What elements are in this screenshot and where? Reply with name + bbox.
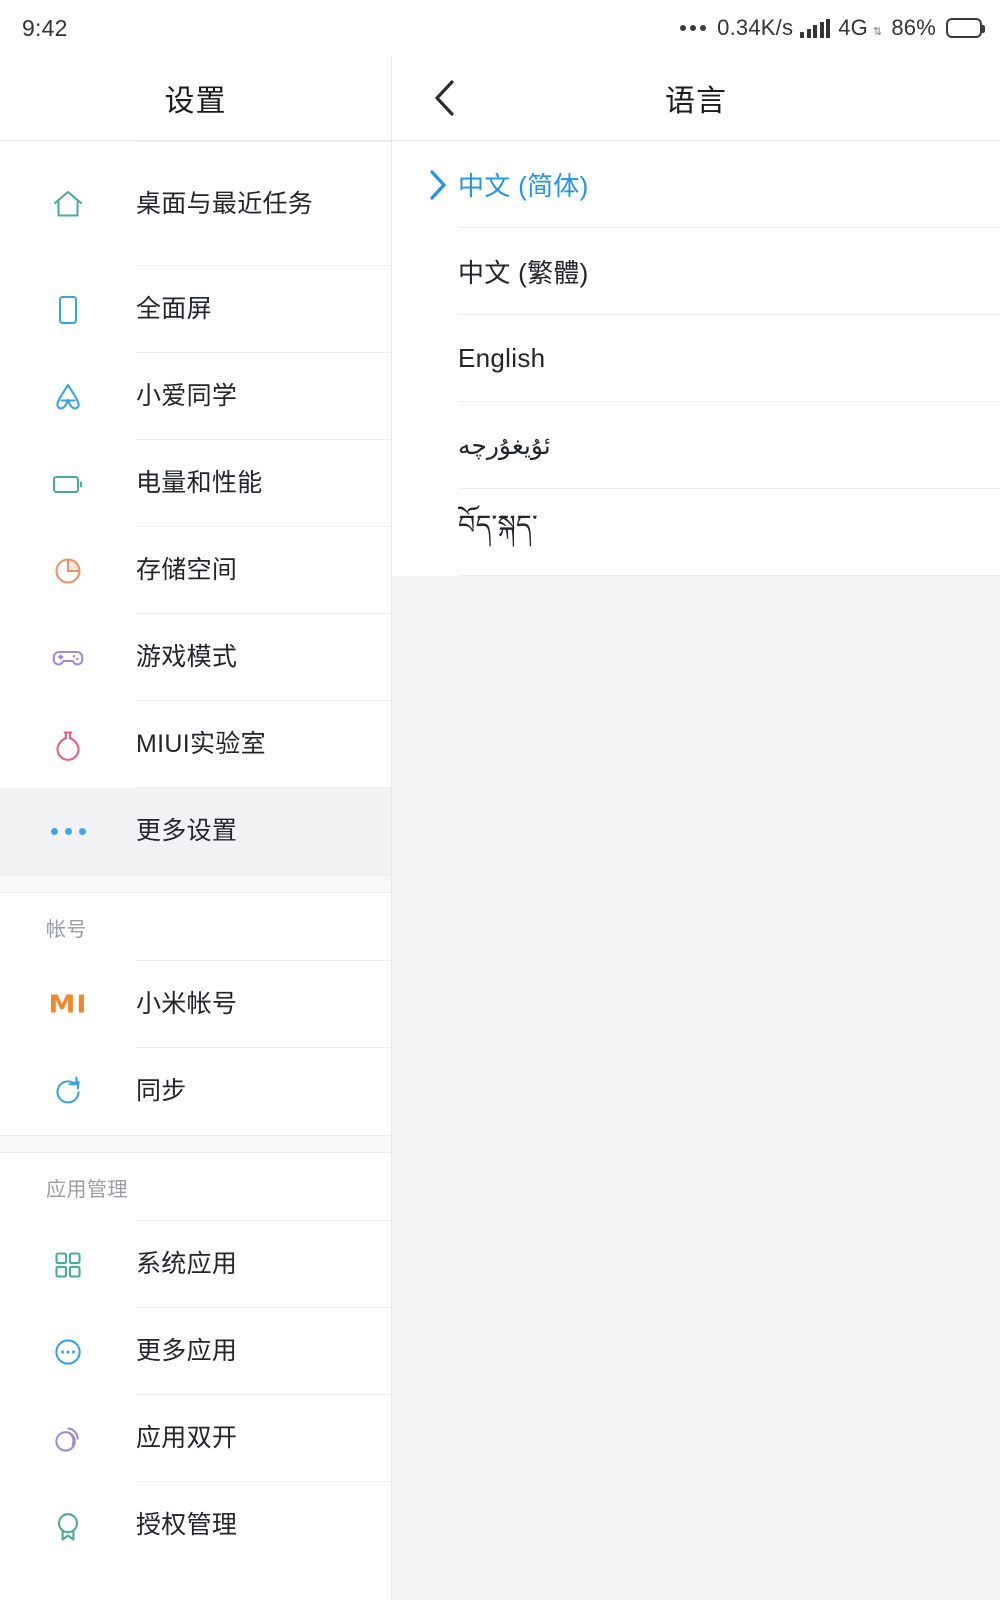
pie-icon <box>47 550 89 592</box>
sidebar-item-小米帐号[interactable]: MI 小米帐号 <box>0 961 391 1048</box>
settings-sidebar[interactable]: 桌面与最近任务 全面屏 小爱同学 <box>0 140 392 1600</box>
sidebar-item-icon: MI <box>0 961 136 1048</box>
language-label: English <box>458 343 545 374</box>
divider <box>458 575 1000 576</box>
status-bar: 9:42 0.34K/s 4G ⇅ 86% <box>0 0 1000 56</box>
sidebar-section-label: 帐号 <box>46 913 87 942</box>
battery-icon <box>946 18 982 38</box>
sidebar-item-电量和性能[interactable]: 电量和性能 <box>0 440 391 527</box>
sidebar-item-label: 全面屏 <box>136 293 391 326</box>
sidebar-item-应用双开[interactable]: 应用双开 <box>0 1395 391 1482</box>
sidebar-item-存储空间[interactable]: 存储空间 <box>0 527 391 614</box>
sidebar-item-icon <box>0 701 136 788</box>
sidebar-item-label: 电量和性能 <box>136 467 391 500</box>
sidebar-item-label: 同步 <box>136 1075 391 1108</box>
status-indicators: 0.34K/s 4G ⇅ 86% <box>680 15 982 41</box>
sidebar-item-游戏模式[interactable]: 游戏模式 <box>0 614 391 701</box>
sidebar-item-icon <box>0 614 136 701</box>
sidebar-item-icon <box>0 1221 136 1308</box>
title-bar-row: 设置 语言 <box>0 56 1000 140</box>
sidebar-item-icon <box>0 142 136 266</box>
language-list[interactable]: 中文 (简体) 中文 (繁體) English ئۇيغۇرچە <box>392 141 1000 576</box>
sidebar-item-label: 游戏模式 <box>136 641 391 674</box>
content-area: 桌面与最近任务 全面屏 小爱同学 <box>0 140 1000 1600</box>
sidebar-item-同步[interactable]: 同步 <box>0 1048 391 1135</box>
signal-bars-icon <box>800 19 830 38</box>
phone-icon <box>47 289 89 331</box>
data-arrows-icon: ⇅ <box>873 25 882 41</box>
chevron-left-icon <box>433 79 455 117</box>
sidebar-item-label: 更多应用 <box>136 1335 391 1368</box>
sidebar-item-授权管理[interactable]: 授权管理 <box>0 1482 391 1569</box>
status-clock: 9:42 <box>22 15 68 42</box>
phone-screen: 9:42 0.34K/s 4G ⇅ 86% 设置 语言 <box>0 0 1000 1600</box>
language-option-4[interactable]: བོད་སྐད་ <box>392 489 1000 576</box>
sidebar-item-桌面与最近任务[interactable]: 桌面与最近任务 <box>0 142 391 266</box>
dual-apps-icon <box>47 1418 89 1460</box>
battery-percent-label: 86% <box>891 15 936 41</box>
sidebar-item-系统应用[interactable]: 系统应用 <box>0 1221 391 1308</box>
language-label: 中文 (简体) <box>458 166 589 203</box>
badge-icon <box>47 1505 89 1547</box>
sidebar-item-更多应用[interactable]: 更多应用 <box>0 1308 391 1395</box>
sidebar-item-icon <box>0 440 136 527</box>
grid-icon <box>47 1244 89 1286</box>
more-apps-icon <box>47 1331 89 1373</box>
sidebar-item-icon <box>0 1308 136 1395</box>
language-option-2[interactable]: English <box>392 315 1000 402</box>
sidebar-item-label: 更多设置 <box>136 815 391 848</box>
sidebar-section-label: 应用管理 <box>46 1173 128 1202</box>
settings-title-bar: 设置 <box>0 56 392 140</box>
language-selected-indicator <box>428 169 458 201</box>
language-label: 中文 (繁體) <box>458 253 589 290</box>
sidebar-group-gap <box>0 1135 391 1153</box>
gamepad-icon <box>47 637 89 679</box>
sidebar-item-icon <box>0 353 136 440</box>
sidebar-section-header-2: 应用管理 <box>0 1153 391 1221</box>
sidebar-item-label: 桌面与最近任务 <box>136 188 391 221</box>
sidebar-item-icon <box>0 266 136 353</box>
chevron-right-icon <box>428 169 448 201</box>
sidebar-item-miui实验室[interactable]: MIUI实验室 <box>0 701 391 788</box>
sidebar-item-全面屏[interactable]: 全面屏 <box>0 266 391 353</box>
sidebar-item-icon <box>0 527 136 614</box>
sidebar-item-icon <box>0 1482 136 1569</box>
home-icon <box>47 183 89 225</box>
sidebar-item-label: 小爱同学 <box>136 380 391 413</box>
mi-logo-icon: MI <box>49 992 88 1017</box>
ellipsis-icon <box>51 828 86 835</box>
language-label: བོད་སྐད་ <box>458 495 538 571</box>
sidebar-section-header-1: 帐号 <box>0 893 391 961</box>
sidebar-group-gap <box>0 875 391 893</box>
language-option-0[interactable]: 中文 (简体) <box>392 141 1000 228</box>
sidebar-item-label: 小米帐号 <box>136 988 391 1021</box>
language-option-3[interactable]: ئۇيغۇرچە <box>392 402 1000 489</box>
sidebar-item-icon <box>0 788 136 875</box>
sidebar-item-label: MIUI实验室 <box>136 728 391 761</box>
sidebar-item-label: 系统应用 <box>136 1248 391 1281</box>
sidebar-item-小爱同学[interactable]: 小爱同学 <box>0 353 391 440</box>
language-option-1[interactable]: 中文 (繁體) <box>392 228 1000 315</box>
page-title-language: 语言 <box>392 76 1000 120</box>
sidebar-item-label: 授权管理 <box>136 1509 391 1542</box>
network-speed-label: 0.34K/s <box>717 15 793 41</box>
notification-dots-icon <box>680 25 706 31</box>
back-button[interactable] <box>416 70 472 126</box>
sidebar-item-更多设置[interactable]: 更多设置 <box>0 788 391 875</box>
language-label: ئۇيغۇرچە <box>458 431 551 461</box>
sidebar-item-icon <box>0 1395 136 1482</box>
xiaoai-icon <box>47 376 89 418</box>
sidebar-item-label: 存储空间 <box>136 554 391 587</box>
language-pane: 中文 (简体) 中文 (繁體) English ئۇيغۇرچە <box>392 140 1000 1600</box>
page-title-settings: 设置 <box>165 76 227 120</box>
empty-area <box>392 576 1000 1600</box>
battery-icon <box>47 463 89 505</box>
flask-icon <box>47 724 89 766</box>
sidebar-item-label: 应用双开 <box>136 1422 391 1455</box>
language-title-bar: 语言 <box>392 56 1000 140</box>
sync-icon <box>47 1071 89 1113</box>
network-type-label: 4G <box>838 15 868 41</box>
sidebar-item-icon <box>0 1048 136 1135</box>
